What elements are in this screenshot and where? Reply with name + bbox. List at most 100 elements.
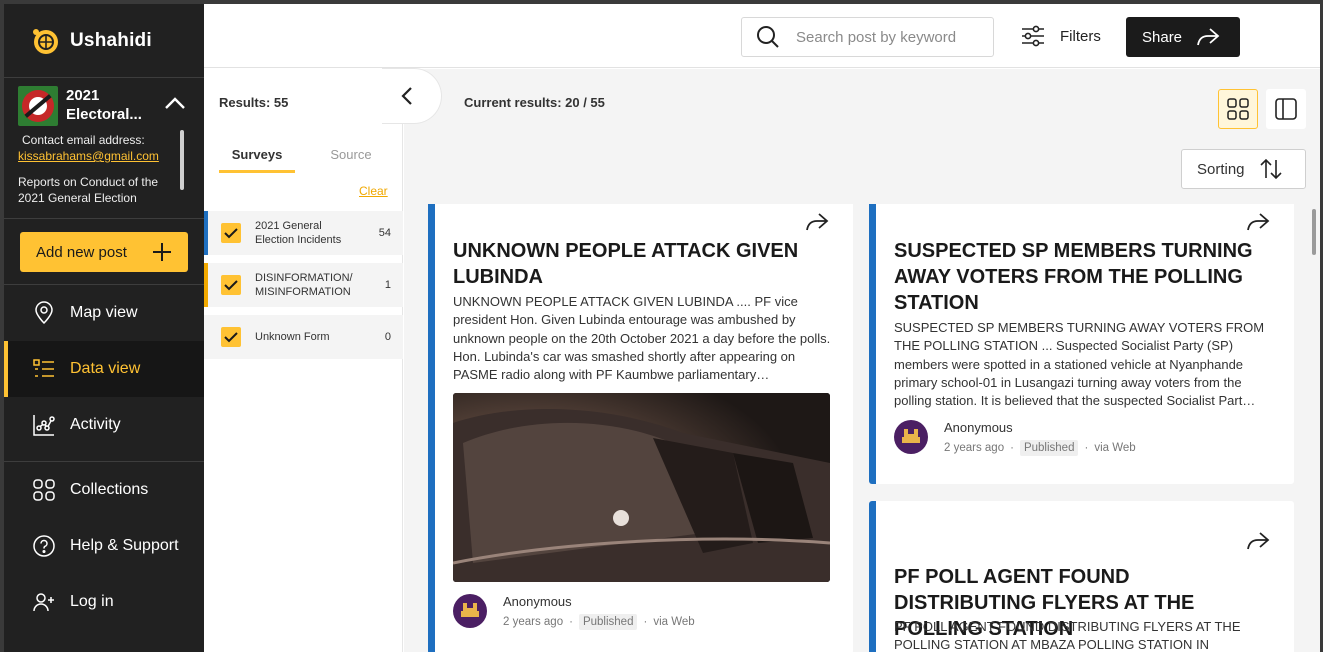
sort-arrows-icon [1259,158,1282,180]
share-label: Share [1142,28,1183,46]
post-meta: Anonymous 2 years ago · Published · via … [894,420,1136,456]
survey-filter-item[interactable]: 2021 General Election Incidents 54 [204,211,403,255]
activity-chart-icon [33,415,55,436]
clear-filters-link[interactable]: Clear [359,184,388,198]
post-excerpt: SUSPECTED SP MEMBERS TURNING AWAY VOTERS… [894,320,1265,409]
post-time: 2 years ago [503,616,564,628]
status-badge: Published [1019,440,1079,456]
filters-button[interactable]: Filters [1020,24,1101,48]
post-card[interactable]: PF POLL AGENT FOUND DISTRIBUTING FLYERS … [869,501,1294,652]
results-count: Results: 55 [219,95,289,110]
sorting-label: Sorting [1197,160,1245,178]
sidebar: Ushahidi 2021 Electoral... Contact email… [4,4,204,652]
survey-label: Unknown Form [255,331,330,343]
post-excerpt: UNKNOWN PEOPLE ATTACK GIVEN LUBINDA ....… [453,294,831,383]
share-post-icon[interactable] [1246,531,1270,551]
deployment-info: 2021 Electoral... Contact email address:… [4,78,204,219]
post-title[interactable]: UNKNOWN PEOPLE ATTACK GIVEN LUBINDA [453,238,813,290]
anonymous-avatar-icon [902,429,920,443]
post-author: Anonymous [944,420,1013,435]
post-time: 2 years ago [944,442,1005,454]
app-window: Ushahidi 2021 Electoral... Contact email… [4,4,1320,652]
survey-label: DISINFORMATION/MISINFORMATION [255,272,353,298]
search-icon [757,26,779,48]
contact-label: Contact email address: [22,133,145,147]
grid-view-icon [1227,98,1249,120]
survey-label: 2021 General Election Incidents [255,220,342,246]
status-badge: Published [578,614,638,630]
collapse-panel-button[interactable] [382,68,442,124]
search-input[interactable] [796,28,976,46]
anonymous-avatar-icon [461,603,479,617]
tab-surveys[interactable]: Surveys [219,147,295,173]
map-pin-icon [35,301,53,325]
sidebar-item-help-support[interactable]: Help & Support [4,518,204,574]
post-source: via Web [1094,442,1136,454]
data-list-icon [33,359,54,377]
posts-area: Current results: 20 / 55 Sorting UNKNOWN… [404,69,1320,652]
post-card[interactable]: SUSPECTED SP MEMBERS TURNING AWAY VOTERS… [869,204,1294,484]
plus-icon [153,243,171,261]
survey-filter-item[interactable]: Unknown Form 0 [204,315,403,359]
sidebar-item-activity[interactable]: Activity [4,397,204,453]
post-title[interactable]: SUSPECTED SP MEMBERS TURNING AWAY VOTERS… [894,238,1274,316]
survey-count: 54 [378,227,391,239]
survey-checkbox[interactable] [221,327,241,347]
post-meta: Anonymous 2 years ago · Published · via … [453,594,695,630]
posts-scrollbar[interactable] [1312,209,1316,255]
survey-checkbox[interactable] [221,223,241,243]
post-source: via Web [653,616,695,628]
sidebar-item-label: Activity [70,416,121,433]
sidebar-item-log-in[interactable]: Log in [4,574,204,630]
current-results: Current results: 20 / 55 [464,95,605,110]
filter-tabs: Surveys Source [219,147,389,179]
share-button[interactable]: Share [1126,17,1240,57]
top-header: Filters Share [204,4,1320,68]
post-card[interactable]: UNKNOWN PEOPLE ATTACK GIVEN LUBINDA UNKN… [428,204,853,652]
sidebar-item-label: Collections [70,481,149,498]
deployment-description: Reports on Conduct of the 2021 General E… [18,175,159,205]
share-post-icon[interactable] [1246,212,1270,232]
survey-count: 1 [384,279,391,291]
sidebar-item-label: Help & Support [70,537,179,554]
deployment-scrollbar[interactable] [180,130,184,190]
sidebar-item-data-view[interactable]: Data view [4,341,204,397]
filter-sliders-icon [1022,25,1044,47]
survey-checkbox[interactable] [221,275,241,295]
post-image[interactable] [453,393,830,582]
sidebar-item-label: Map view [70,304,138,321]
share-post-icon[interactable] [805,212,829,232]
post-author: Anonymous [503,594,572,609]
chevron-left-icon [400,87,412,105]
share-arrow-icon [1197,28,1220,46]
grid-view-button[interactable] [1218,89,1258,129]
list-view-button[interactable] [1266,89,1306,129]
deployment-name: 2021 Electoral... [66,87,142,123]
sidebar-item-label: Data view [70,360,141,377]
avatar [453,594,487,628]
avatar [894,420,928,454]
add-new-post-label: Add new post [36,243,127,261]
filter-panel: Results: 55 Surveys Source Clear 2021 Ge… [204,69,403,652]
app-logo[interactable]: Ushahidi [4,4,204,78]
sidebar-nav-primary: Map view Data view Activity Collections … [4,284,204,630]
help-icon [33,535,55,557]
survey-filter-item[interactable]: DISINFORMATION/MISINFORMATION 1 [204,263,403,307]
post-excerpt: PF POLL AGENT FOUND DISTRIBUTING FLYERS … [894,619,1241,652]
search-box[interactable] [741,17,994,57]
app-name: Ushahidi [70,29,152,51]
sidebar-item-map-view[interactable]: Map view [4,285,204,341]
contact-email-link[interactable]: kissabrahams@gmail.com [18,149,159,163]
tab-source[interactable]: Source [313,147,389,170]
sidebar-item-collections[interactable]: Collections [4,462,204,518]
sidebar-item-label: Log in [70,593,114,610]
sorting-button[interactable]: Sorting [1181,149,1306,189]
checkmark-icon [224,228,238,239]
filters-label: Filters [1060,27,1101,45]
collections-icon [33,479,55,501]
checkmark-icon [224,280,238,291]
add-new-post-button[interactable]: Add new post [20,232,188,272]
chevron-up-icon[interactable] [164,96,186,110]
sidebar-layout-icon [1275,98,1297,120]
post-image-car [453,393,830,582]
